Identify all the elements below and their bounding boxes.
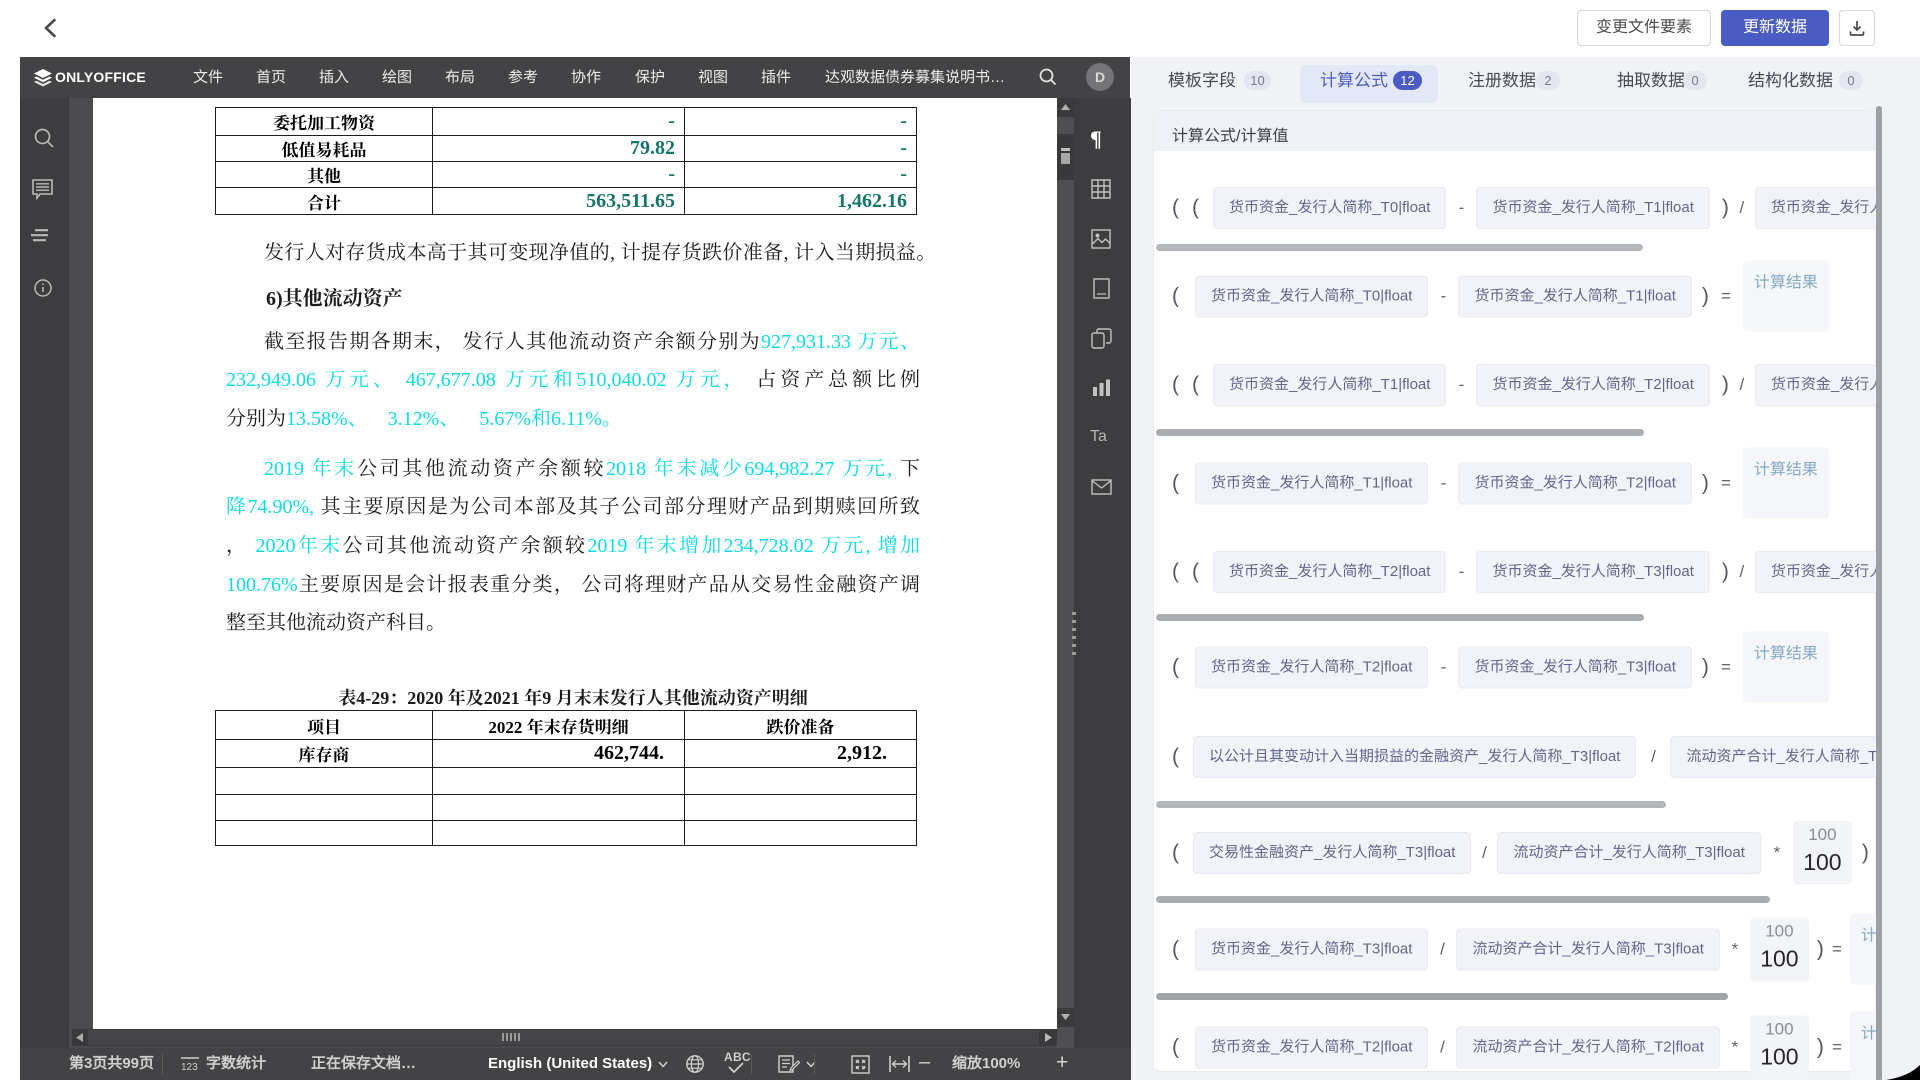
svg-text:123: 123	[181, 1062, 198, 1072]
